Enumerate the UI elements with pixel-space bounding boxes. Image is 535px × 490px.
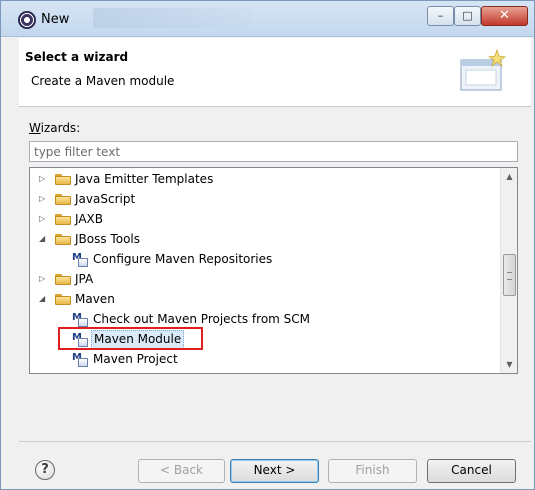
page-title: Select a wizard: [25, 50, 129, 64]
tree-item[interactable]: M Maven Project: [30, 349, 500, 369]
tree-item[interactable]: M Check out Maven Projects from SCM: [30, 309, 500, 329]
help-icon[interactable]: ?: [35, 460, 55, 480]
wizards-label: Wizards:: [29, 121, 80, 135]
blurred-background-tab: [93, 8, 253, 28]
next-button[interactable]: Next >: [230, 459, 319, 483]
wizard-banner-icon: [460, 48, 507, 91]
tree-scrollbar[interactable]: ▲ ▼: [500, 168, 517, 373]
page-description: Create a Maven module: [31, 74, 175, 88]
wizards-label-rest: izards:: [40, 121, 81, 135]
tree-folder[interactable]: ▷ Java Emitter Templates: [30, 169, 500, 189]
button-bar-separator: [19, 441, 531, 442]
tree-folder[interactable]: ▷ JPA: [30, 269, 500, 289]
maven-icon: M: [72, 352, 88, 367]
title-bar[interactable]: New – □ ✕: [1, 1, 534, 37]
tree-folder-label: JBoss Tools: [75, 232, 140, 246]
folder-icon: [55, 233, 72, 245]
tree-item-label: Maven Project: [93, 352, 178, 366]
tree-folder-label: JavaScript: [75, 192, 136, 206]
new-wizard-dialog: New – □ ✕ Select a wizard Create a Maven…: [0, 0, 535, 490]
folder-icon: [55, 273, 72, 285]
folder-icon: [55, 293, 72, 305]
expanded-arrow-icon[interactable]: ◢: [39, 235, 47, 243]
collapsed-arrow-icon[interactable]: ▷: [39, 175, 47, 183]
maven-icon: M: [72, 252, 88, 267]
tree-item-label: Configure Maven Repositories: [93, 252, 273, 266]
annotation-highlight-box: [58, 327, 203, 350]
header-separator: [19, 106, 531, 107]
tree-folder-label: JAXB: [75, 212, 103, 226]
tree-item[interactable]: M Configure Maven Repositories: [30, 249, 500, 269]
tree-folder[interactable]: ◢ Maven: [30, 289, 500, 309]
minimize-button[interactable]: –: [427, 6, 454, 26]
window-title: New: [41, 12, 70, 27]
collapsed-arrow-icon[interactable]: ▷: [39, 195, 47, 203]
scroll-up-arrow-icon[interactable]: ▲: [501, 168, 517, 185]
eclipse-icon: [18, 11, 36, 29]
filter-input[interactable]: [29, 141, 518, 162]
tree-folder-label: JPA: [75, 272, 94, 286]
tree-folder-label: Java Emitter Templates: [75, 172, 214, 186]
maximize-button[interactable]: □: [454, 6, 481, 26]
folder-icon: [55, 193, 72, 205]
maven-icon: M: [72, 312, 88, 327]
back-button[interactable]: < Back: [138, 459, 225, 483]
tree-folder[interactable]: ▷ JavaScript: [30, 189, 500, 209]
finish-button[interactable]: Finish: [328, 459, 417, 483]
tree-folder-label: Maven: [75, 292, 115, 306]
wizard-header: Select a wizard Create a Maven module: [19, 38, 531, 106]
scroll-thumb[interactable]: [503, 254, 516, 296]
tree-folder[interactable]: ▷ JAXB: [30, 209, 500, 229]
tree-folder[interactable]: ◢ JBoss Tools: [30, 229, 500, 249]
collapsed-arrow-icon[interactable]: ▷: [39, 275, 47, 283]
folder-icon: [55, 173, 72, 185]
expanded-arrow-icon[interactable]: ◢: [39, 295, 47, 303]
folder-icon: [55, 213, 72, 225]
close-button[interactable]: ✕: [481, 6, 528, 26]
wizards-label-mnemonic: W: [29, 121, 41, 135]
tree-item-label: Check out Maven Projects from SCM: [93, 312, 311, 326]
collapsed-arrow-icon[interactable]: ▷: [39, 215, 47, 223]
cancel-button[interactable]: Cancel: [427, 459, 516, 483]
scroll-down-arrow-icon[interactable]: ▼: [501, 356, 517, 373]
